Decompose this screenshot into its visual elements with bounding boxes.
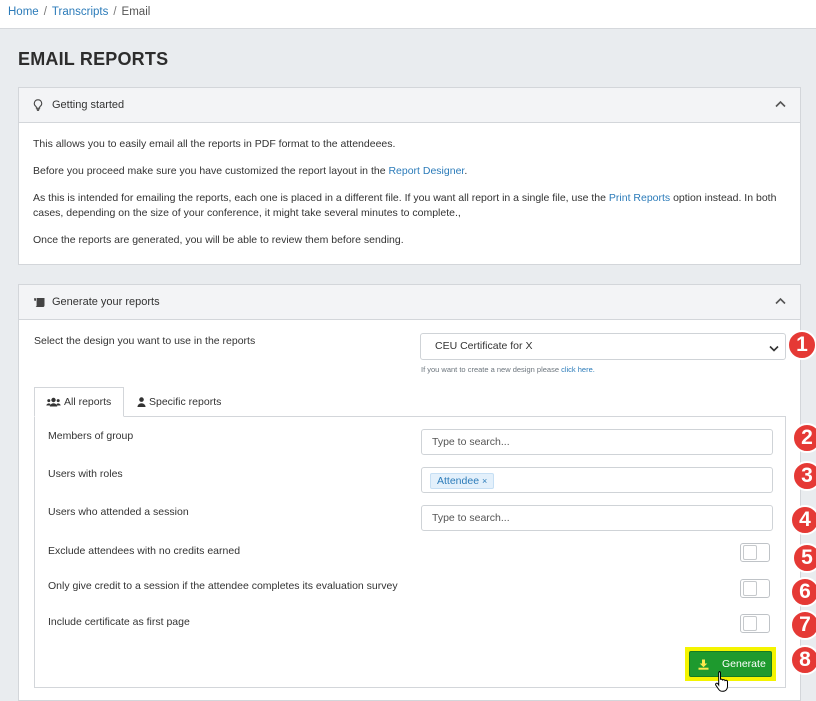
step-marker: 7 — [790, 610, 816, 640]
getting-started-title: Getting started — [52, 99, 125, 111]
toggle-knob — [743, 545, 757, 560]
step-marker: 3 — [792, 461, 816, 491]
breadcrumb: Home / Transcripts / Email — [0, 0, 816, 29]
intro-paragraph: This allows you to easily email all the … — [33, 138, 396, 150]
tab-all-reports-label: All reports — [64, 396, 112, 408]
breadcrumb-home[interactable]: Home — [8, 6, 39, 18]
chevron-down-icon — [769, 343, 779, 355]
design-select-value: CEU Certificate for X — [435, 340, 533, 352]
hand-cursor-icon — [714, 670, 730, 695]
lightbulb-icon — [33, 99, 47, 111]
certificate-label: Include certificate as first page — [48, 616, 190, 628]
step-marker: 6 — [790, 577, 816, 607]
survey-label: Only give credit to a session if the att… — [48, 580, 398, 592]
designer-paragraph: Before you proceed make sure you have cu… — [33, 164, 786, 179]
role-chip: Attendee × — [430, 473, 495, 489]
breadcrumb-separator: / — [43, 6, 47, 18]
getting-started-card: Getting started This allows you to easil… — [18, 87, 801, 265]
step-marker: 5 — [792, 543, 816, 573]
exclude-toggle[interactable] — [740, 543, 770, 562]
getting-started-header[interactable]: Getting started — [19, 88, 800, 123]
designer-text-end: . — [464, 165, 468, 177]
design-label: Select the design you want to use in the… — [34, 335, 256, 347]
session-search-input[interactable]: Type to search... — [421, 505, 773, 531]
breadcrumb-separator: / — [113, 6, 117, 18]
breadcrumb-current: Email — [121, 6, 151, 18]
design-hint: If you want to create a new design pleas… — [421, 365, 595, 374]
step-marker: 2 — [792, 423, 816, 453]
download-icon — [698, 659, 709, 670]
tab-specific-reports[interactable]: Specific reports — [126, 387, 232, 417]
print-text: As this is intended for emailing the rep… — [33, 192, 609, 204]
print-reports-link[interactable]: Print Reports — [609, 192, 670, 204]
users-icon — [46, 397, 61, 407]
chevron-up-icon[interactable] — [775, 99, 786, 111]
toggle-knob — [743, 616, 757, 631]
scroll-icon — [33, 297, 47, 308]
user-icon — [137, 397, 146, 407]
step-marker: 8 — [790, 645, 816, 675]
review-paragraph: Once the reports are generated, you will… — [33, 234, 404, 246]
step-marker: 1 — [787, 330, 816, 360]
designer-text: Before you proceed make sure you have cu… — [33, 165, 389, 177]
step-marker: 4 — [790, 505, 816, 535]
print-paragraph: As this is intended for emailing the rep… — [33, 191, 786, 221]
generate-reports-card: Generate your reports Select the design … — [18, 284, 801, 701]
generate-reports-title: Generate your reports — [52, 296, 160, 308]
toggle-knob — [743, 581, 757, 596]
role-chip-label: Attendee — [437, 475, 480, 487]
roles-label: Users with roles — [48, 468, 123, 480]
breadcrumb-transcripts[interactable]: Transcripts — [52, 6, 108, 18]
exclude-label: Exclude attendees with no credits earned — [48, 545, 241, 557]
roles-input[interactable]: Attendee × — [421, 467, 773, 493]
page-title: EMAIL REPORTS — [18, 49, 169, 69]
tab-specific-reports-label: Specific reports — [149, 396, 222, 408]
certificate-toggle[interactable] — [740, 614, 770, 633]
tab-all-reports[interactable]: All reports — [34, 387, 124, 417]
session-label: Users who attended a session — [48, 506, 189, 518]
generate-button-label: Generate — [722, 658, 766, 670]
getting-started-body: This allows you to easily email all the … — [19, 123, 800, 274]
design-select[interactable]: CEU Certificate for X — [420, 333, 786, 360]
generate-button[interactable]: Generate — [689, 651, 772, 677]
chevron-up-icon[interactable] — [775, 296, 786, 308]
remove-chip-icon[interactable]: × — [482, 476, 487, 486]
report-designer-link[interactable]: Report Designer — [388, 165, 464, 177]
generate-highlight: Generate — [685, 647, 776, 681]
all-reports-panel: Members of group Type to search... Users… — [34, 416, 786, 688]
members-search-input[interactable]: Type to search... — [421, 429, 773, 455]
survey-toggle[interactable] — [740, 579, 770, 598]
new-design-link[interactable]: click here. — [561, 365, 595, 374]
generate-reports-header[interactable]: Generate your reports — [19, 285, 800, 320]
members-label: Members of group — [48, 430, 134, 442]
design-hint-text: If you want to create a new design pleas… — [421, 365, 562, 374]
